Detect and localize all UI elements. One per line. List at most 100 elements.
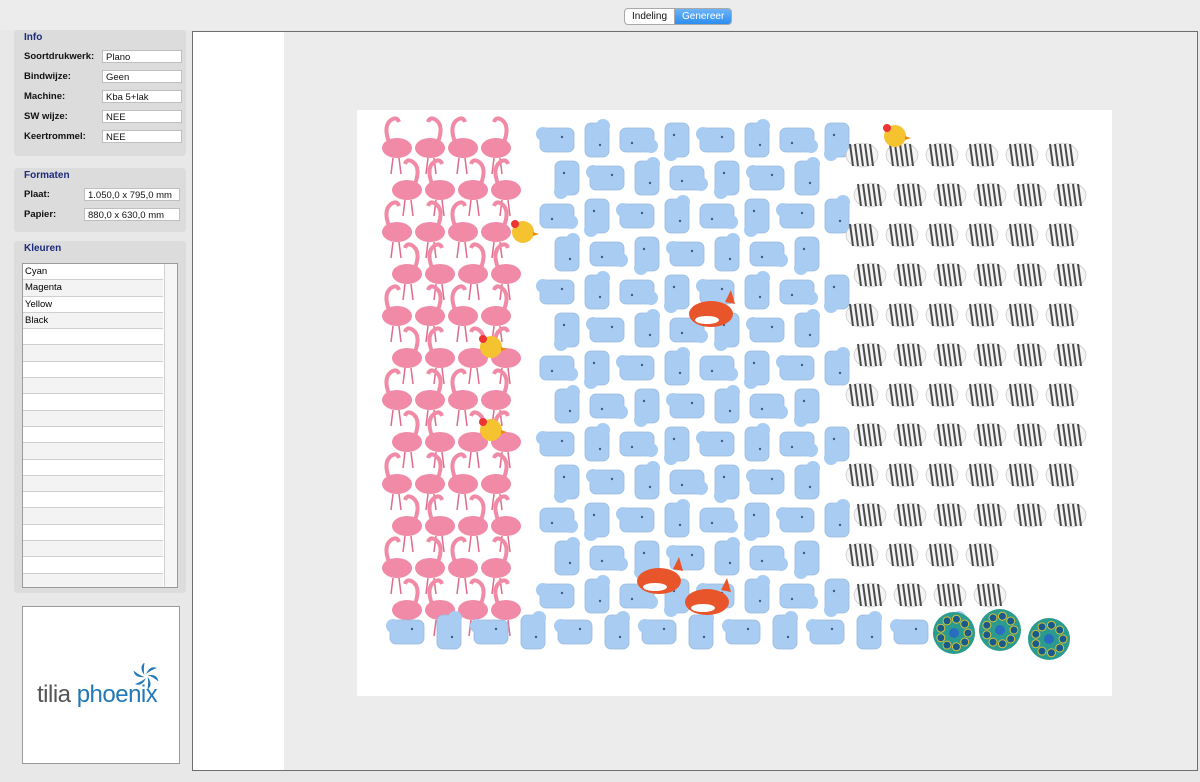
elephant-shape: [616, 507, 655, 533]
info-row-machine: Machine: Kba 5+lak: [14, 86, 186, 106]
chick-shape: [511, 220, 539, 243]
info-heading: Info: [24, 32, 43, 43]
elephant-shape: [554, 160, 580, 199]
info-panel: Info Soortdrukwerk: Plano Bindwijze: Gee…: [14, 30, 186, 156]
elephant-shape: [554, 385, 580, 424]
elephant-shape: [744, 119, 770, 158]
info-row-soortdrukwerk: Soortdrukwerk: Plano: [14, 46, 186, 66]
zebra-shape: [1045, 382, 1079, 408]
list-item: [23, 508, 163, 525]
elephant-shape: [638, 619, 677, 645]
zebra-shape: [973, 582, 1007, 608]
elephant-shape: [589, 241, 628, 267]
flamingo-shape: [392, 494, 422, 553]
zebra-shape: [933, 582, 967, 608]
peacock-shape: [933, 612, 975, 654]
bindwijze-field: Geen: [102, 69, 182, 83]
elephant-shape: [744, 502, 770, 541]
elephant-shape: [669, 165, 708, 191]
zebra-shape: [893, 342, 927, 368]
elephant-shape: [746, 469, 785, 495]
info-row-sw-wijze: SW wijze: NEE: [14, 106, 186, 126]
tab-indeling[interactable]: Indeling: [625, 9, 674, 24]
zebra-shape: [933, 262, 967, 288]
list-item: [23, 541, 163, 558]
elephant-shape: [634, 157, 660, 196]
elephant-shape: [806, 619, 845, 645]
zebra-shape: [933, 182, 967, 208]
elephant-shape: [699, 355, 738, 381]
bindwijze-label: Bindwijze:: [24, 70, 71, 82]
elephant-shape: [554, 619, 593, 645]
papier-label: Papier:: [24, 208, 57, 220]
color-item-yellow[interactable]: Yellow: [23, 297, 163, 313]
preview-canvas[interactable]: [192, 31, 1198, 771]
zebra-shape: [885, 542, 919, 568]
elephant-shape: [604, 611, 630, 650]
zebra-shape: [845, 542, 879, 568]
zebra-shape: [885, 382, 919, 408]
zebra-shape: [1045, 222, 1079, 248]
list-item: [23, 525, 163, 542]
zebra-shape: [933, 422, 967, 448]
elephant-shape: [584, 198, 610, 237]
colors-list-scrollbar[interactable]: [164, 264, 177, 587]
flamingo-shape: [458, 242, 488, 301]
zebra-shape: [1013, 262, 1047, 288]
elephant-shape: [589, 545, 628, 571]
machine-field: Kba 5+lak: [102, 89, 182, 103]
elephant-shape: [664, 122, 690, 161]
sw-wijze-field: NEE: [102, 109, 182, 123]
elephant-shape: [436, 611, 462, 650]
elephant-shape: [890, 619, 929, 645]
elephant-shape: [714, 233, 740, 272]
zebra-shape: [973, 182, 1007, 208]
zebra-shape: [853, 422, 887, 448]
elephant-shape: [616, 355, 655, 381]
colors-list[interactable]: Cyan Magenta Yellow Black: [22, 263, 178, 588]
elephant-shape: [634, 309, 660, 348]
elephant-shape: [664, 195, 690, 234]
elephant-shape: [586, 469, 625, 495]
elephant-shape: [744, 271, 770, 310]
list-item: [23, 492, 163, 509]
zebra-shape: [1053, 182, 1087, 208]
elephant-shape: [584, 575, 610, 614]
zebra-shape: [845, 222, 879, 248]
zebra-shape: [845, 302, 879, 328]
color-item-cyan[interactable]: Cyan: [23, 264, 163, 281]
zebra-shape: [853, 582, 887, 608]
flamingo-shape: [458, 494, 488, 553]
elephant-shape: [554, 464, 580, 503]
elephant-shape: [666, 241, 705, 267]
elephant-shape: [584, 350, 610, 389]
elephant-shape: [776, 355, 815, 381]
elephant-shape: [824, 122, 850, 161]
elephant-shape: [794, 157, 820, 196]
zebra-shape: [1005, 302, 1039, 328]
zebra-shape: [1005, 382, 1039, 408]
zebra-shape: [1045, 302, 1079, 328]
elephant-shape: [696, 127, 735, 153]
color-item-magenta[interactable]: Magenta: [23, 280, 163, 297]
elephant-shape: [749, 241, 788, 267]
zebra-shape: [965, 382, 999, 408]
elephant-shape: [666, 545, 705, 571]
zebra-shape: [853, 502, 887, 528]
zebra-shape: [1045, 462, 1079, 488]
list-item: [23, 378, 163, 395]
flamingo-shape: [382, 536, 412, 595]
elephant-shape: [688, 611, 714, 650]
zebra-shape: [893, 182, 927, 208]
tab-genereer[interactable]: Genereer: [674, 9, 732, 24]
elephant-shape: [634, 388, 660, 427]
zebra-shape: [885, 302, 919, 328]
zebra-shape: [1005, 142, 1039, 168]
color-item-black[interactable]: Black: [23, 312, 163, 330]
elephant-shape: [722, 619, 761, 645]
elephant-shape: [824, 426, 850, 465]
elephant-shape: [714, 160, 740, 199]
list-item: [23, 427, 163, 444]
zebra-shape: [925, 142, 959, 168]
logo-word-phoenix: phoenix: [76, 681, 158, 708]
